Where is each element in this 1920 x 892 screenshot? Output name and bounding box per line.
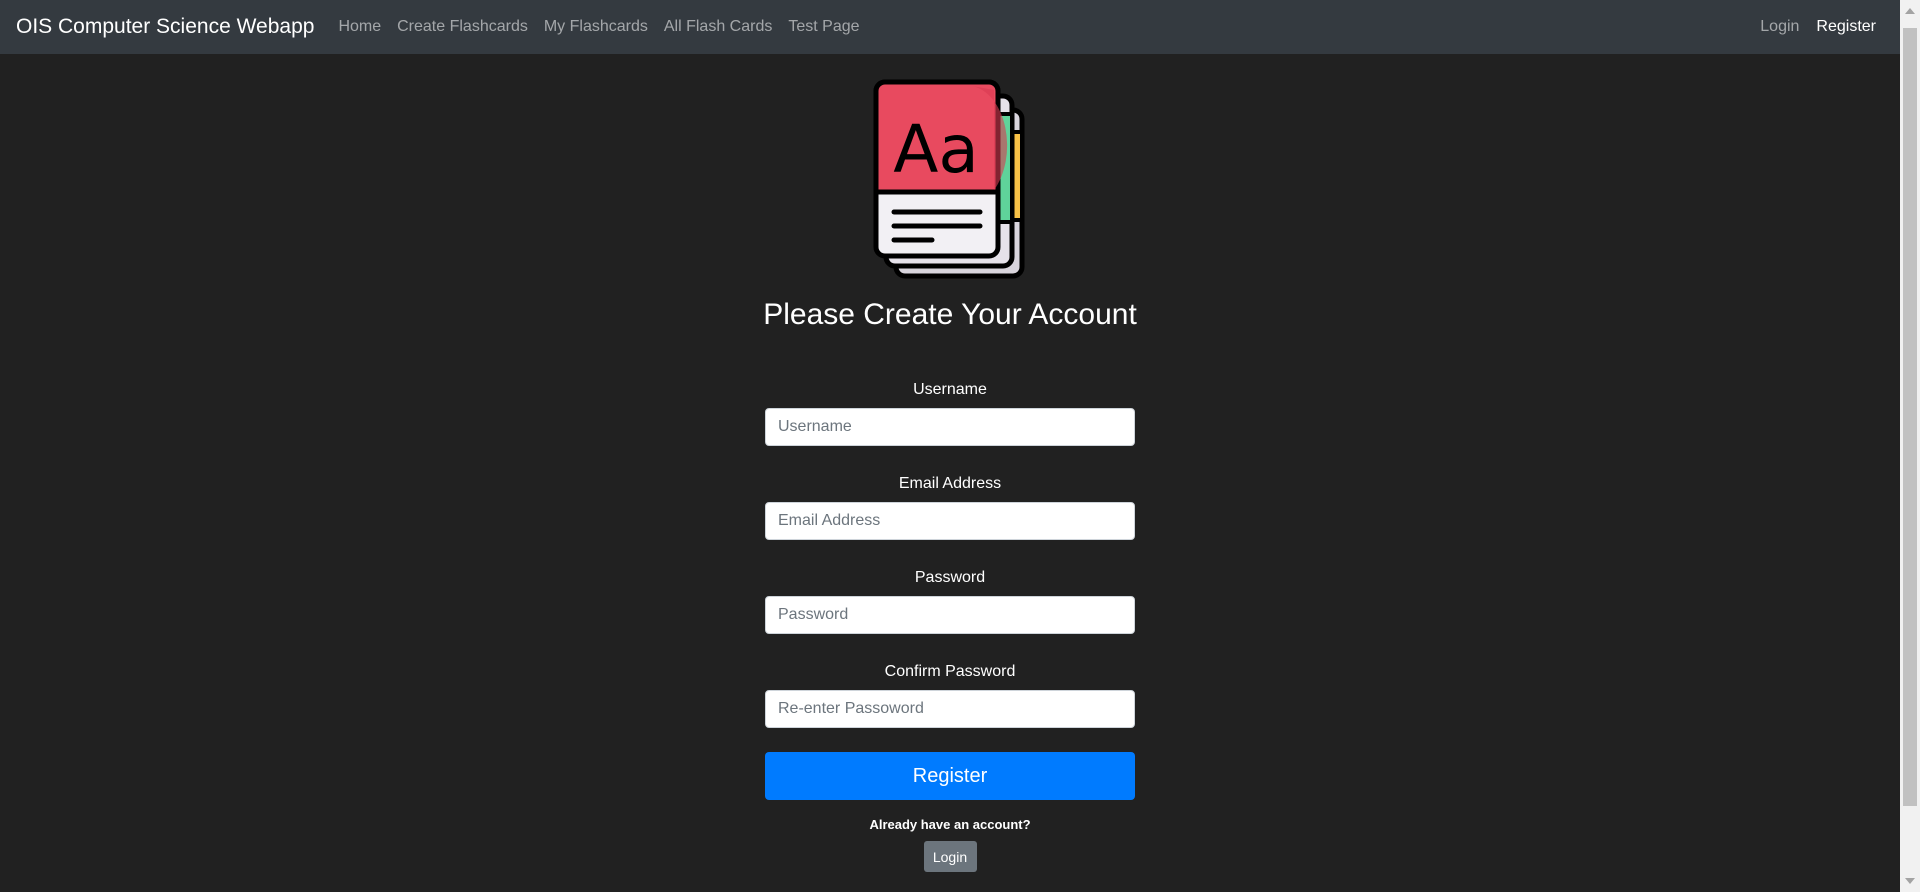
nav-register[interactable]: Register bbox=[1816, 18, 1876, 36]
nav-links: Home Create Flashcards My Flashcards All… bbox=[338, 18, 875, 36]
nav-my-flashcards[interactable]: My Flashcards bbox=[544, 18, 648, 36]
password-label: Password bbox=[914, 569, 986, 586]
email-input[interactable] bbox=[765, 502, 1135, 540]
vertical-scrollbar[interactable] bbox=[1900, 0, 1920, 892]
register-form: Username Email Address Password Confirm … bbox=[765, 378, 1135, 872]
nav-test-page[interactable]: Test Page bbox=[788, 18, 859, 36]
password-input[interactable] bbox=[765, 596, 1135, 634]
username-input[interactable] bbox=[765, 408, 1135, 446]
top-navbar: OIS Computer Science Webapp Home Create … bbox=[0, 0, 1900, 54]
register-button[interactable]: Register bbox=[765, 752, 1135, 800]
already-have-account-text: Already have an account? bbox=[869, 817, 1031, 832]
confirm-password-input[interactable] bbox=[765, 690, 1135, 728]
nav-login[interactable]: Login bbox=[1760, 18, 1799, 36]
page-title: Please Create Your Account bbox=[763, 298, 1137, 331]
nav-all-flash-cards[interactable]: All Flash Cards bbox=[664, 18, 772, 36]
nav-home[interactable]: Home bbox=[338, 18, 381, 36]
scrollbar-thumb[interactable] bbox=[1903, 28, 1917, 806]
scroll-up-arrow-icon[interactable] bbox=[1905, 8, 1915, 14]
aa-glyph: Aa bbox=[893, 111, 979, 188]
flashcards-logo-icon: Aa bbox=[872, 78, 1028, 282]
nav-create-flashcards[interactable]: Create Flashcards bbox=[397, 18, 528, 36]
nav-right: Login Register bbox=[1743, 0, 1876, 54]
username-label: Username bbox=[913, 381, 987, 398]
scroll-down-arrow-icon[interactable] bbox=[1905, 878, 1915, 884]
login-button[interactable]: Login bbox=[923, 841, 977, 872]
email-label: Email Address bbox=[898, 475, 1002, 492]
page: OIS Computer Science Webapp Home Create … bbox=[0, 0, 1920, 892]
confirm-password-label: Confirm Password bbox=[884, 663, 1016, 680]
brand-link[interactable]: OIS Computer Science Webapp bbox=[16, 15, 314, 39]
